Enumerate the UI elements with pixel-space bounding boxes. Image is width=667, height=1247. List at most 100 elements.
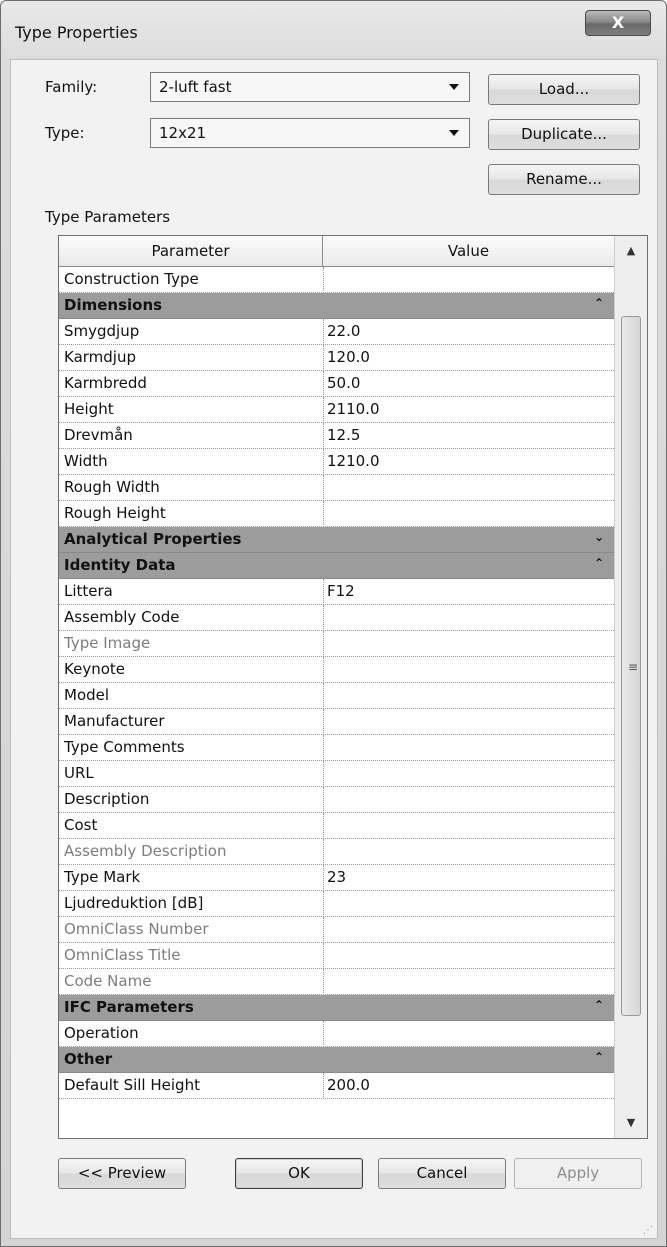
- table-row[interactable]: Rough Width: [59, 475, 614, 501]
- column-header-parameter[interactable]: Parameter: [59, 236, 323, 266]
- column-divider: [323, 683, 324, 709]
- family-value: 2-luft fast: [159, 78, 232, 96]
- parameter-name: Keynote: [64, 660, 125, 678]
- table-row[interactable]: URL: [59, 761, 614, 787]
- column-divider: [323, 943, 324, 969]
- parameter-name: OmniClass Number: [64, 920, 209, 938]
- scroll-down-arrow-icon[interactable]: ▼: [615, 1108, 647, 1138]
- table-row[interactable]: Description: [59, 787, 614, 813]
- column-divider: [323, 371, 324, 397]
- apply-button[interactable]: Apply: [514, 1158, 642, 1189]
- collapse-icon[interactable]: ⌃: [594, 998, 604, 1012]
- column-divider: [323, 735, 324, 761]
- table-row[interactable]: Default Sill Height 200.0: [59, 1073, 614, 1099]
- parameter-value[interactable]: 23: [327, 868, 346, 886]
- table-row[interactable]: Keynote: [59, 657, 614, 683]
- parameter-name: Karmdjup: [64, 348, 136, 366]
- chevron-down-icon: [449, 130, 459, 136]
- family-label: Family:: [45, 78, 98, 96]
- table-row[interactable]: Model: [59, 683, 614, 709]
- resize-grip-icon[interactable]: ⋰: [643, 1225, 653, 1236]
- parameter-value[interactable]: F12: [327, 582, 355, 600]
- parameter-value[interactable]: 1210.0: [327, 452, 380, 470]
- table-row[interactable]: Operation: [59, 1021, 614, 1047]
- table-row[interactable]: Type Image: [59, 631, 614, 657]
- vertical-scrollbar[interactable]: ▲ ≡ ▼: [614, 236, 647, 1138]
- collapse-icon[interactable]: ⌃: [594, 556, 604, 570]
- scroll-up-arrow-icon[interactable]: ▲: [615, 236, 647, 266]
- table-row[interactable]: Construction Type: [59, 267, 614, 293]
- table-row[interactable]: Assembly Code: [59, 605, 614, 631]
- table-row[interactable]: Type Mark 23: [59, 865, 614, 891]
- parameter-name: Cost: [64, 816, 98, 834]
- table-row[interactable]: Height 2110.0: [59, 397, 614, 423]
- table-row[interactable]: OmniClass Number: [59, 917, 614, 943]
- column-divider: [323, 891, 324, 917]
- column-divider: [323, 839, 324, 865]
- parameter-name: URL: [64, 764, 94, 782]
- parameter-value[interactable]: 200.0: [327, 1076, 370, 1094]
- group-header[interactable]: IFC Parameters ⌃: [59, 995, 614, 1021]
- group-header[interactable]: Dimensions ⌃: [59, 293, 614, 319]
- rename-button[interactable]: Rename...: [488, 164, 640, 195]
- collapse-icon[interactable]: ⌃: [594, 1050, 604, 1064]
- grip-icon: ≡: [628, 660, 639, 674]
- column-divider: [323, 605, 324, 631]
- table-row[interactable]: Karmdjup 120.0: [59, 345, 614, 371]
- preview-button[interactable]: << Preview: [58, 1158, 186, 1189]
- scroll-thumb[interactable]: ≡: [621, 316, 641, 1016]
- parameter-name: Assembly Code: [64, 608, 180, 626]
- grid-rows: Construction Type Dimensions ⌃ Smygdjup 22.0…: [59, 267, 614, 1099]
- column-divider: [323, 709, 324, 735]
- parameter-name: Type Comments: [64, 738, 185, 756]
- table-row[interactable]: Rough Height: [59, 501, 614, 527]
- table-row[interactable]: Type Comments: [59, 735, 614, 761]
- ok-button[interactable]: OK: [235, 1158, 363, 1189]
- title-bar[interactable]: Type Properties X: [1, 1, 666, 57]
- table-row[interactable]: Littera F12: [59, 579, 614, 605]
- table-row[interactable]: Karmbredd 50.0: [59, 371, 614, 397]
- parameter-name: Height: [64, 400, 114, 418]
- load-button[interactable]: Load...: [488, 74, 640, 105]
- expand-icon[interactable]: ⌄: [594, 530, 604, 544]
- parameter-value[interactable]: 120.0: [327, 348, 370, 366]
- table-row[interactable]: Manufacturer: [59, 709, 614, 735]
- parameter-name: Default Sill Height: [64, 1076, 200, 1094]
- table-row[interactable]: Ljudreduktion [dB]: [59, 891, 614, 917]
- group-header[interactable]: Other ⌃: [59, 1047, 614, 1073]
- table-row[interactable]: Cost: [59, 813, 614, 839]
- table-row[interactable]: Width 1210.0: [59, 449, 614, 475]
- table-row[interactable]: Code Name: [59, 969, 614, 995]
- column-header-value[interactable]: Value: [323, 236, 614, 266]
- parameter-value[interactable]: 22.0: [327, 322, 360, 340]
- cancel-button[interactable]: Cancel: [378, 1158, 506, 1189]
- table-row[interactable]: OmniClass Title: [59, 943, 614, 969]
- collapse-icon[interactable]: ⌃: [594, 296, 604, 310]
- column-divider: [323, 501, 324, 527]
- parameter-name: Operation: [64, 1024, 139, 1042]
- dialog-client: Family: 2-luft fast Load... Type: 12x21 …: [10, 59, 658, 1239]
- table-row[interactable]: Smygdjup 22.0: [59, 319, 614, 345]
- column-divider: [323, 345, 324, 371]
- table-row[interactable]: Assembly Description: [59, 839, 614, 865]
- parameter-name: Construction Type: [64, 270, 199, 288]
- group-header[interactable]: Analytical Properties ⌄: [59, 527, 614, 553]
- parameter-name: Karmbredd: [64, 374, 147, 392]
- parameter-name: Rough Height: [64, 504, 166, 522]
- grid-header: Parameter Value: [59, 236, 614, 267]
- group-header[interactable]: Identity Data ⌃: [59, 553, 614, 579]
- column-divider: [323, 579, 324, 605]
- parameter-value[interactable]: 2110.0: [327, 400, 380, 418]
- table-row[interactable]: Drevmån 12.5: [59, 423, 614, 449]
- duplicate-button[interactable]: Duplicate...: [488, 119, 640, 150]
- parameter-value[interactable]: 12.5: [327, 426, 360, 444]
- parameter-value[interactable]: 50.0: [327, 374, 360, 392]
- parameter-name: Rough Width: [64, 478, 160, 496]
- close-button[interactable]: X: [585, 10, 651, 36]
- family-dropdown[interactable]: 2-luft fast: [150, 72, 470, 102]
- parameter-name: Description: [64, 790, 150, 808]
- type-dropdown[interactable]: 12x21: [150, 118, 470, 148]
- group-label: Dimensions: [64, 296, 163, 314]
- parameter-name: Model: [64, 686, 110, 704]
- parameter-name: Width: [64, 452, 108, 470]
